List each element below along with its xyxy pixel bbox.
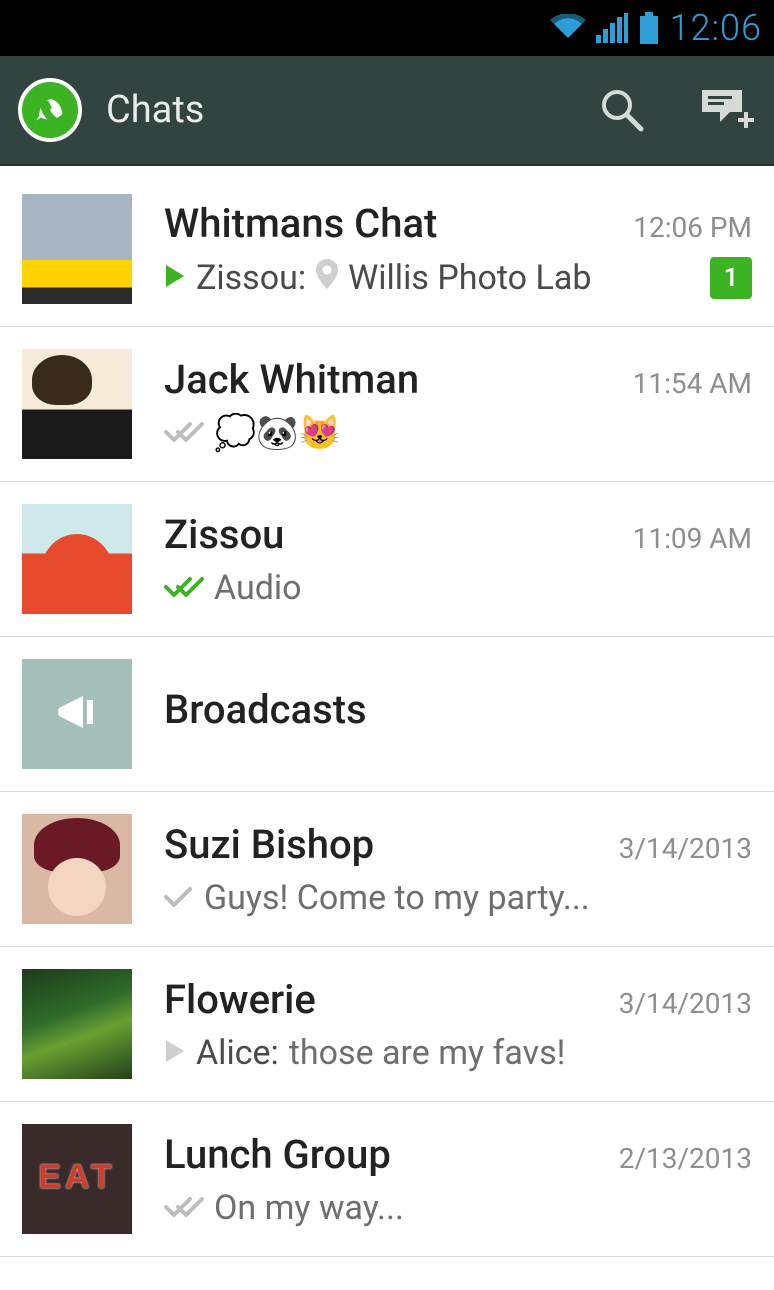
chat-content: Suzi Bishop 3/14/2013 Guys! Come to my par… bbox=[164, 821, 752, 918]
chat-message-preview: Willis Photo Lab bbox=[348, 258, 591, 298]
chat-preview: On my way... bbox=[164, 1188, 404, 1228]
chat-avatar bbox=[22, 1124, 132, 1234]
chat-content: Broadcasts bbox=[164, 686, 752, 743]
chat-preview: Zissou: Willis Photo Lab bbox=[164, 258, 591, 298]
chat-preview: Alice:those are my favs! bbox=[164, 1033, 565, 1073]
chat-content: Zissou 11:09 AM Audio bbox=[164, 511, 752, 608]
chat-name: Suzi Bishop bbox=[164, 821, 374, 868]
read-receipt-icon bbox=[164, 1188, 204, 1228]
chat-content: Whitmans Chat 12:06 PM Zissou: Willis Photo… bbox=[164, 200, 752, 299]
play-icon bbox=[164, 1033, 186, 1073]
read-receipt-icon bbox=[164, 568, 204, 608]
chat-time: 2/13/2013 bbox=[619, 1142, 752, 1175]
search-icon bbox=[597, 85, 647, 135]
chat-time: 11:54 AM bbox=[633, 367, 752, 400]
chat-preview: Audio bbox=[164, 568, 302, 608]
chat-content: Flowerie 3/14/2013 Alice:those are my favs… bbox=[164, 976, 752, 1073]
chat-row[interactable]: Zissou 11:09 AM Audio bbox=[0, 482, 774, 637]
chat-message-preview: Audio bbox=[214, 568, 302, 608]
chat-name: Flowerie bbox=[164, 976, 316, 1023]
chat-preview: Guys! Come to my party... bbox=[164, 878, 590, 918]
app-header: Chats bbox=[0, 56, 774, 166]
status-bar: 12:06 bbox=[0, 0, 774, 56]
signal-icon bbox=[596, 13, 628, 43]
chat-sender: Zissou: bbox=[196, 258, 306, 298]
broadcast-avatar bbox=[22, 659, 132, 769]
chat-name: Broadcasts bbox=[164, 686, 367, 733]
chat-row[interactable]: Broadcasts bbox=[0, 637, 774, 792]
search-button[interactable] bbox=[594, 82, 650, 138]
chat-time: 3/14/2013 bbox=[619, 832, 752, 865]
chat-message-preview: 💭🐼😻 bbox=[214, 413, 341, 453]
chat-content: Lunch Group 2/13/2013 On my way... bbox=[164, 1131, 752, 1228]
chat-message-preview: those are my favs! bbox=[289, 1033, 566, 1073]
chat-time: 12:06 PM bbox=[633, 211, 752, 244]
megaphone-icon bbox=[47, 682, 107, 746]
chat-row[interactable]: Suzi Bishop 3/14/2013 Guys! Come to my par… bbox=[0, 792, 774, 947]
unread-badge: 1 bbox=[710, 257, 752, 299]
wifi-icon bbox=[550, 14, 586, 42]
chat-preview: 💭🐼😻 bbox=[164, 413, 341, 453]
new-chat-button[interactable] bbox=[700, 82, 756, 138]
chat-message-preview: Guys! Come to my party... bbox=[204, 878, 590, 918]
chat-avatar bbox=[22, 349, 132, 459]
chat-avatar bbox=[22, 814, 132, 924]
chat-message-preview: On my way... bbox=[214, 1188, 404, 1228]
status-time: 12:06 bbox=[670, 7, 762, 49]
chat-time: 3/14/2013 bbox=[619, 987, 752, 1020]
read-receipt-icon bbox=[164, 413, 204, 453]
chat-list[interactable]: Whitmans Chat 12:06 PM Zissou: Willis Photo… bbox=[0, 166, 774, 1257]
battery-icon bbox=[638, 12, 660, 44]
whatsapp-logo-icon bbox=[18, 78, 82, 142]
chat-avatar bbox=[22, 504, 132, 614]
chat-name: Zissou bbox=[164, 511, 284, 558]
chat-sender: Alice: bbox=[196, 1033, 279, 1073]
chat-content: Jack Whitman 11:54 AM 💭🐼😻 bbox=[164, 356, 752, 453]
chat-name: Jack Whitman bbox=[164, 356, 419, 403]
read-receipt-icon bbox=[164, 878, 194, 918]
chat-row[interactable]: Jack Whitman 11:54 AM 💭🐼😻 bbox=[0, 327, 774, 482]
new-chat-icon bbox=[700, 88, 756, 132]
location-pin-icon bbox=[316, 258, 338, 298]
chat-name: Lunch Group bbox=[164, 1131, 391, 1178]
play-icon bbox=[164, 258, 186, 298]
chat-name: Whitmans Chat bbox=[164, 200, 437, 247]
chat-row[interactable]: Whitmans Chat 12:06 PM Zissou: Willis Photo… bbox=[0, 166, 774, 327]
chat-time: 11:09 AM bbox=[633, 522, 752, 555]
page-title: Chats bbox=[106, 88, 544, 132]
chat-avatar bbox=[22, 969, 132, 1079]
chat-row[interactable]: Flowerie 3/14/2013 Alice:those are my favs… bbox=[0, 947, 774, 1102]
chat-avatar bbox=[22, 194, 132, 304]
chat-row[interactable]: Lunch Group 2/13/2013 On my way... bbox=[0, 1102, 774, 1257]
